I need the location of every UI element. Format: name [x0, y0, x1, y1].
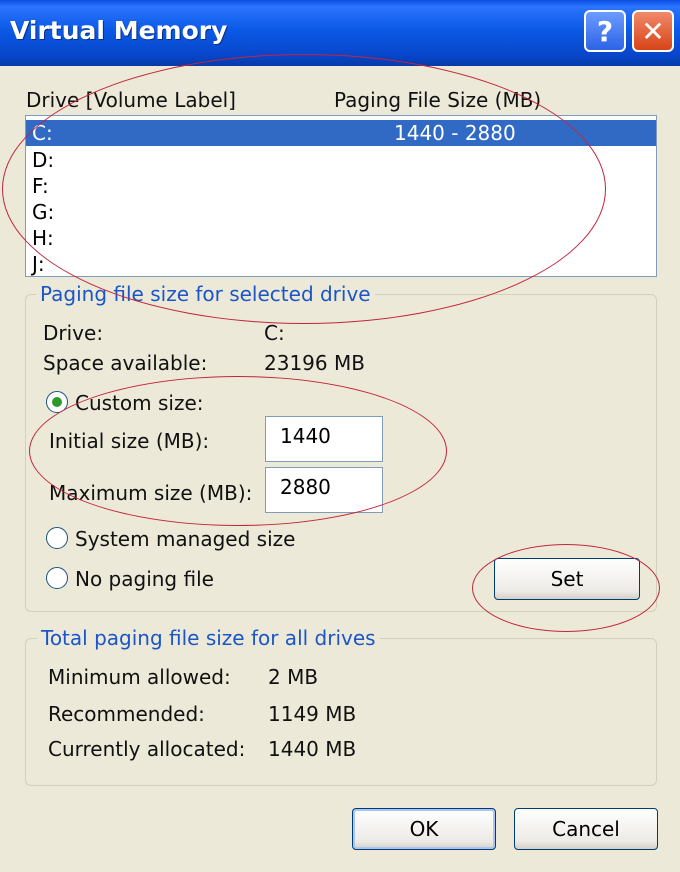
drive-row-h[interactable]: H: [26, 225, 656, 251]
title-bar[interactable]: Virtual Memory ? ✕ [0, 0, 680, 66]
system-managed-label[interactable]: System managed size [75, 527, 295, 551]
space-available-label: Space available: [43, 351, 208, 375]
no-paging-file-radio[interactable] [46, 567, 68, 589]
close-button[interactable]: ✕ [632, 10, 674, 52]
drive-letter: D: [32, 148, 55, 172]
help-button[interactable]: ? [584, 10, 626, 52]
drive-letter: J: [32, 252, 45, 276]
help-icon: ? [596, 14, 614, 48]
recommended-label: Recommended: [48, 702, 205, 726]
cancel-button[interactable]: Cancel [514, 808, 658, 850]
drive-label: Drive: [43, 321, 104, 345]
drive-paging-size: 1440 - 2880 [394, 121, 516, 145]
virtual-memory-dialog: Virtual Memory ? ✕ Drive [Volume Label] … [0, 0, 680, 872]
initial-size-input[interactable]: 1440 [265, 416, 383, 462]
custom-size-radio[interactable] [46, 391, 68, 413]
drive-row-f[interactable]: F: [26, 173, 656, 199]
drive-letter: G: [32, 200, 55, 224]
no-paging-file-label[interactable]: No paging file [75, 567, 214, 591]
initial-size-label: Initial size (MB): [49, 429, 210, 453]
drive-letter: C: [32, 121, 53, 145]
recommended-value: 1149 MB [268, 702, 357, 726]
drive-value: C: [264, 321, 285, 345]
total-paging-group-title: Total paging file size for all drives [37, 626, 380, 650]
drive-letter: H: [32, 226, 54, 250]
currently-allocated-label: Currently allocated: [48, 737, 246, 761]
custom-size-label[interactable]: Custom size: [75, 391, 204, 415]
drive-row-d[interactable]: D: [26, 147, 656, 173]
currently-allocated-value: 1440 MB [268, 737, 357, 761]
set-button[interactable]: Set [494, 558, 640, 600]
system-managed-radio[interactable] [46, 527, 68, 549]
drive-row-g[interactable]: G: [26, 199, 656, 225]
paging-size-column-header: Paging File Size (MB) [334, 88, 542, 112]
minimum-allowed-label: Minimum allowed: [48, 665, 231, 689]
drive-row-j[interactable]: J: [26, 251, 656, 276]
drive-letter: F: [32, 174, 49, 198]
space-available-value: 23196 MB [264, 351, 365, 375]
maximum-size-label: Maximum size (MB): [49, 481, 253, 505]
drive-column-header: Drive [Volume Label] [26, 88, 236, 112]
drive-row-c[interactable]: C: 1440 - 2880 [26, 120, 656, 146]
ok-button[interactable]: OK [352, 808, 496, 850]
window-title: Virtual Memory [10, 16, 228, 45]
radio-selected-dot [52, 397, 62, 407]
selected-drive-group-title: Paging file size for selected drive [36, 282, 375, 306]
drive-list[interactable]: C: 1440 - 2880 D: F: G: H: J: [25, 115, 657, 277]
close-icon: ✕ [641, 14, 665, 48]
maximum-size-input[interactable]: 2880 [265, 467, 383, 513]
minimum-allowed-value: 2 MB [268, 665, 319, 689]
